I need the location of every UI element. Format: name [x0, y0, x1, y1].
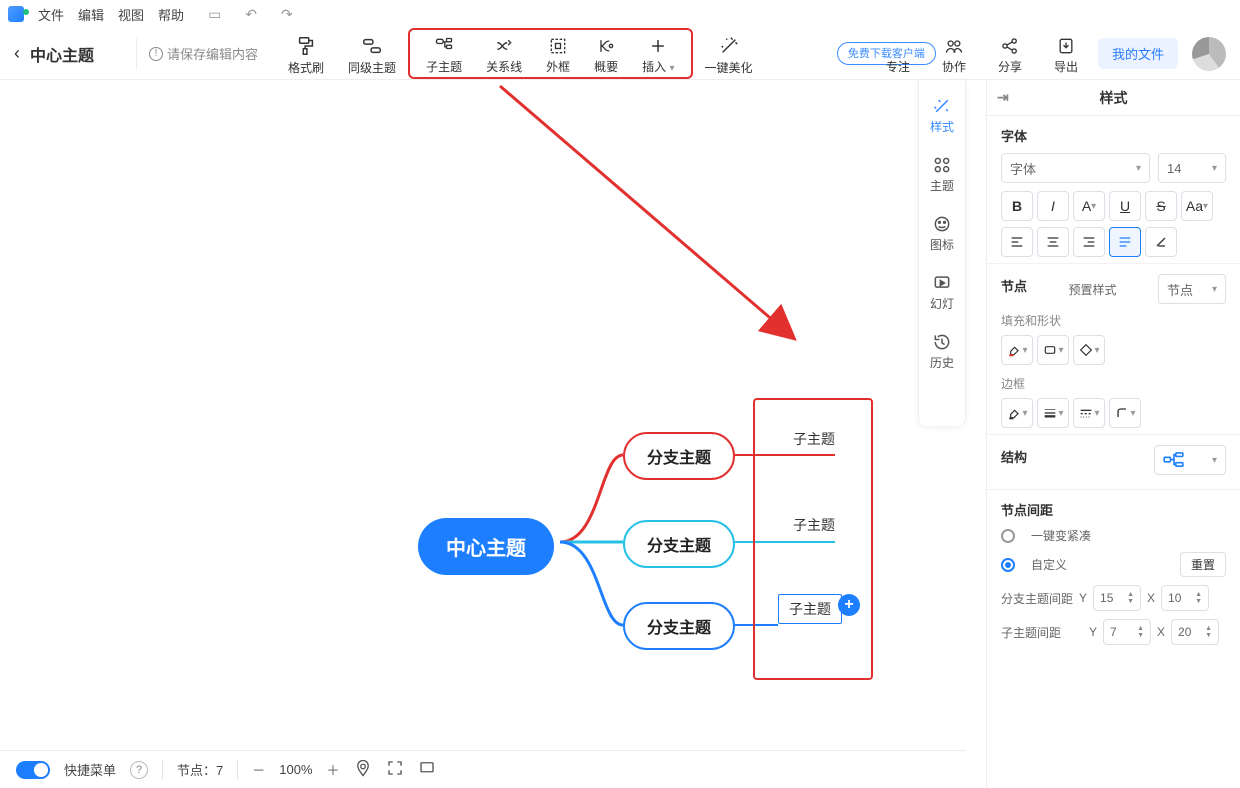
branch-spacing-label: 分支主题间距: [1001, 590, 1073, 607]
branch-node-3[interactable]: 分支主题: [623, 602, 735, 650]
shape-button[interactable]: ▾: [1037, 335, 1069, 365]
same-level-topic-button[interactable]: 同级主题: [336, 31, 408, 76]
frame-button[interactable]: 外框: [534, 32, 582, 75]
info-icon: !: [149, 47, 163, 61]
side-tabs: 样式 主题 图标 幻灯 历史: [918, 80, 966, 426]
insert-button[interactable]: 插入 ▾: [630, 32, 686, 75]
font-section-title: 字体: [1001, 126, 1226, 145]
save-notice-text: 请保存编辑内容: [167, 44, 258, 63]
save-notice: ! 请保存编辑内容: [149, 44, 258, 63]
italic-button[interactable]: I: [1037, 191, 1069, 221]
preset-select[interactable]: 节点▾: [1158, 274, 1226, 304]
border-color-button[interactable]: ▾: [1001, 398, 1033, 428]
beautify-button[interactable]: 一键美化: [693, 31, 765, 76]
properties-panel: ⇥ 样式 字体 字体▾ 14▾ B I A▾ U S Aa▾: [986, 80, 1240, 788]
strikethrough-button[interactable]: S: [1145, 191, 1177, 221]
structure-section-title: 结构: [1001, 447, 1027, 466]
align-center-button[interactable]: [1037, 227, 1069, 257]
redo-icon[interactable]: ↷: [281, 6, 293, 23]
side-tab-history[interactable]: 历史: [922, 324, 962, 379]
user-avatar[interactable]: [1192, 37, 1226, 71]
border-corner-button[interactable]: ▾: [1109, 398, 1141, 428]
nodecount-label: 节点：7: [177, 760, 223, 779]
structure-select[interactable]: ▾: [1154, 445, 1226, 475]
underline-button[interactable]: U: [1109, 191, 1141, 221]
font-color-button[interactable]: A▾: [1073, 191, 1105, 221]
quickmenu-label: 快捷菜单: [64, 760, 116, 779]
zoom-value: 100%: [279, 762, 312, 777]
menu-help[interactable]: 帮助: [158, 5, 184, 24]
font-family-select[interactable]: 字体▾: [1001, 153, 1150, 183]
export-button[interactable]: 导出: [1042, 32, 1090, 75]
quickmenu-toggle[interactable]: [16, 761, 50, 779]
clear-format-button[interactable]: [1145, 227, 1177, 257]
menu-file[interactable]: 文件: [38, 5, 64, 24]
annotation-box: [753, 398, 873, 680]
center-topic-node[interactable]: 中心主题: [418, 518, 554, 575]
chevron-down-icon: ▾: [669, 63, 674, 74]
align-left-button[interactable]: [1001, 227, 1033, 257]
annotation-arrow: [480, 80, 880, 430]
side-tab-slide[interactable]: 幻灯: [922, 265, 962, 320]
side-tab-icon[interactable]: 图标: [922, 206, 962, 261]
child-y-input[interactable]: 7▲▼: [1103, 619, 1151, 645]
locate-icon[interactable]: [354, 759, 372, 780]
toolbar-highlight-group: 子主题 关系线 外框 概要 插入 ▾: [408, 28, 692, 79]
compact-radio[interactable]: [1001, 529, 1015, 543]
share-button[interactable]: 分享: [986, 32, 1034, 75]
side-tab-theme[interactable]: 主题: [922, 147, 962, 202]
child-topic-button[interactable]: 子主题: [414, 32, 474, 75]
reset-button[interactable]: 重置: [1180, 552, 1226, 577]
save-icon[interactable]: ▭: [208, 6, 221, 23]
shape-diamond-button[interactable]: ▾: [1073, 335, 1105, 365]
panel-collapse-icon[interactable]: ⇥: [997, 89, 1009, 106]
app-logo: [8, 6, 24, 22]
canvas[interactable]: 中心主题 分支主题 分支主题 分支主题 子主题 子主题 子主题 +: [0, 80, 966, 750]
zoom-out-button[interactable]: －: [252, 760, 265, 779]
relation-line-button[interactable]: 关系线: [474, 32, 534, 75]
my-files-button[interactable]: 我的文件: [1098, 38, 1178, 69]
branch-node-1[interactable]: 分支主题: [623, 432, 735, 480]
custom-radio[interactable]: [1001, 558, 1015, 572]
menu-edit[interactable]: 编辑: [78, 5, 104, 24]
border-width-button[interactable]: ▾: [1037, 398, 1069, 428]
branch-node-2[interactable]: 分支主题: [623, 520, 735, 568]
divider: [136, 38, 137, 70]
fullscreen-icon[interactable]: [386, 759, 404, 780]
focus-button[interactable]: 专注: [874, 32, 922, 75]
branch-y-input[interactable]: 15▲▼: [1093, 585, 1141, 611]
document-title: 中心主题: [30, 42, 94, 66]
align-justify-button[interactable]: [1109, 227, 1141, 257]
preset-label: 预置样式: [1069, 281, 1117, 298]
text-case-button[interactable]: Aa▾: [1181, 191, 1213, 221]
branch-x-input[interactable]: 10▲▼: [1161, 585, 1209, 611]
zoom-in-button[interactable]: ＋: [327, 760, 340, 779]
border-label: 边框: [1001, 375, 1226, 392]
fill-color-button[interactable]: ▾: [1001, 335, 1033, 365]
node-section-title: 节点: [1001, 276, 1027, 295]
help-icon[interactable]: ?: [130, 761, 148, 779]
bold-button[interactable]: B: [1001, 191, 1033, 221]
collab-button[interactable]: 协作: [930, 32, 978, 75]
border-style-button[interactable]: ▾: [1073, 398, 1105, 428]
align-right-button[interactable]: [1073, 227, 1105, 257]
panel-title: 样式: [1100, 88, 1128, 108]
summary-button[interactable]: 概要: [582, 32, 630, 75]
format-painter-button[interactable]: 格式刷: [276, 31, 336, 76]
compact-label: 一键变紧凑: [1031, 527, 1091, 544]
back-button[interactable]: ‹: [14, 43, 20, 64]
child-spacing-label: 子主题间距: [1001, 624, 1061, 641]
menu-view[interactable]: 视图: [118, 5, 144, 24]
child-x-input[interactable]: 20▲▼: [1171, 619, 1219, 645]
fill-shape-label: 填充和形状: [1001, 312, 1226, 329]
side-tab-style[interactable]: 样式: [922, 88, 962, 143]
custom-label: 自定义: [1031, 556, 1067, 573]
font-size-select[interactable]: 14▾: [1158, 153, 1226, 183]
spacing-section-title: 节点间距: [1001, 500, 1226, 519]
present-icon[interactable]: [418, 759, 436, 780]
status-bar: 快捷菜单 ? 节点：7 － 100% ＋: [0, 750, 966, 788]
undo-icon[interactable]: ↶: [245, 6, 257, 23]
